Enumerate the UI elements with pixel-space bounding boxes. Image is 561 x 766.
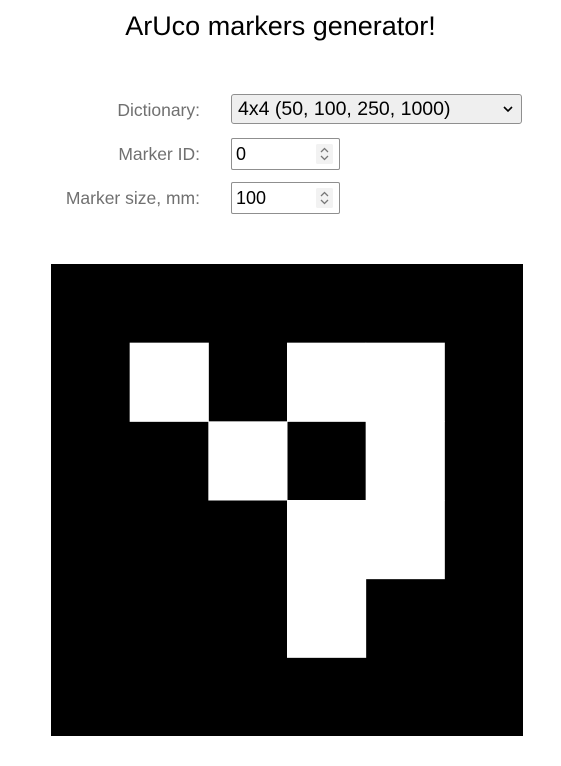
page-title: ArUco markers generator! (125, 11, 436, 41)
marker-cell (365, 342, 445, 422)
marker-id-row: Marker ID: 0 (0, 138, 561, 170)
marker-size-label: Marker size, mm: (65, 188, 200, 208)
marker-cell (365, 500, 445, 580)
marker-cell (287, 342, 367, 422)
marker-id-input[interactable]: 0 (231, 138, 340, 170)
marker-cell (287, 500, 367, 580)
dictionary-selected-value: 4x4 (50, 100, 250, 1000) (238, 98, 451, 120)
marker-cell (365, 421, 445, 501)
spinner-icon[interactable] (316, 144, 333, 164)
marker-cell (129, 342, 209, 422)
aruco-marker (51, 264, 523, 736)
dictionary-label: Dictionary: (117, 100, 200, 120)
marker-id-label: Marker ID: (118, 144, 200, 164)
marker-id-value: 0 (236, 144, 247, 164)
dictionary-select[interactable]: 4x4 (50, 100, 250, 1000) (231, 94, 522, 124)
chevron-down-icon (503, 106, 513, 113)
aruco-marker-image (51, 264, 523, 736)
dictionary-row: Dictionary: 4x4 (50, 100, 250, 1000) (0, 94, 561, 126)
marker-size-value: 100 (236, 188, 267, 208)
marker-cell (208, 421, 288, 501)
marker-size-input[interactable]: 100 (231, 182, 340, 214)
spinner-icon[interactable] (316, 188, 333, 208)
marker-cell (287, 578, 367, 658)
marker-size-row: Marker size, mm: 100 (0, 182, 561, 214)
